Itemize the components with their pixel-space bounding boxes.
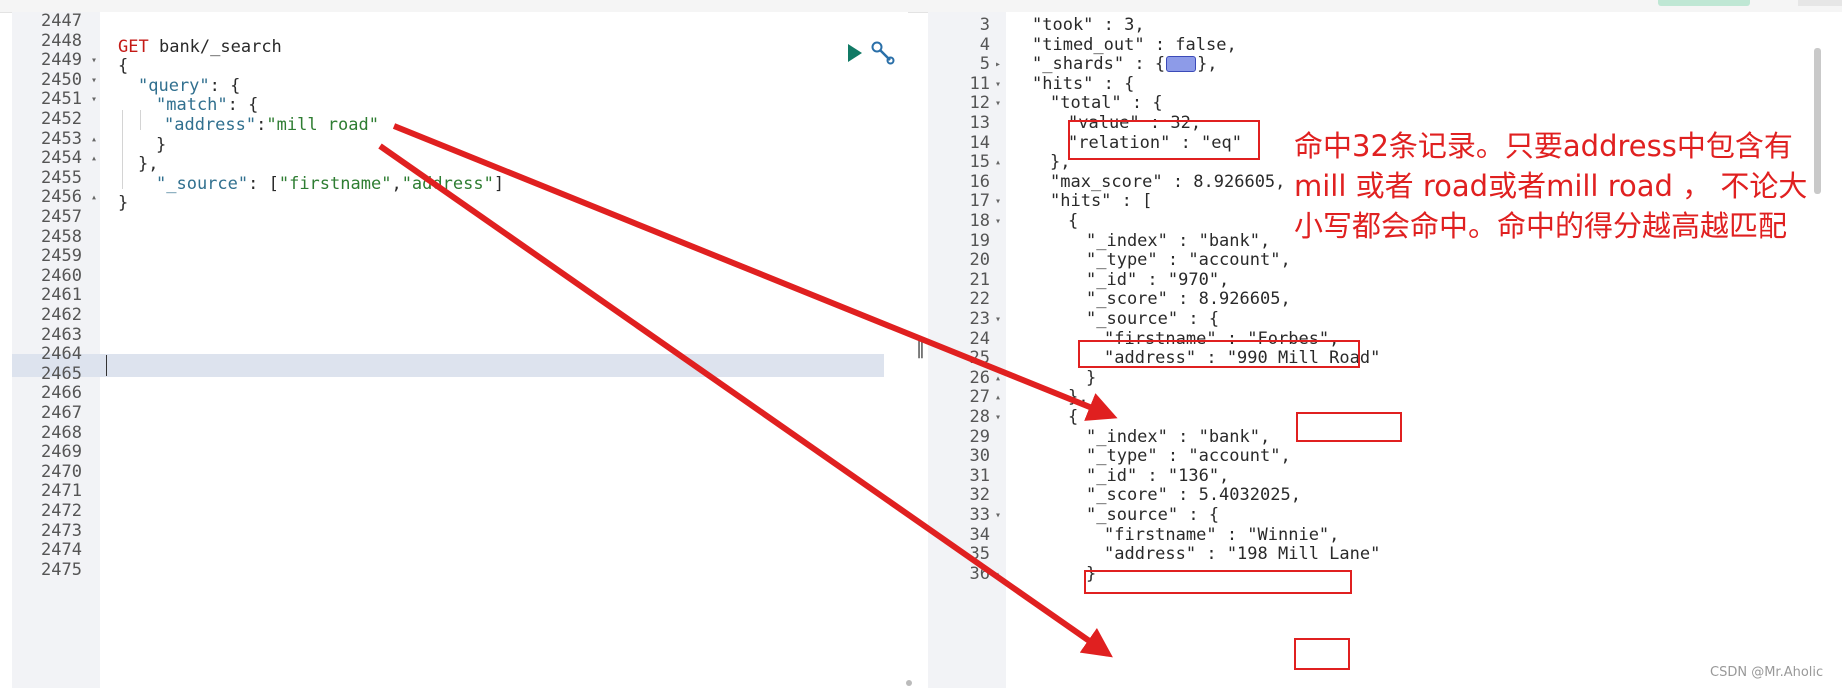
response-line-text: "_index" : "bank", — [1086, 230, 1271, 251]
response-line-text: "_index" : "bank", — [1086, 426, 1271, 447]
request-path: bank/_search — [158, 37, 282, 57]
response-line: "address" : "198 Mill Lane" — [1104, 543, 1380, 566]
wrench-icon[interactable] — [870, 40, 896, 66]
fold-toggle-icon[interactable]: ▾ — [992, 504, 1004, 527]
brace: }, — [138, 154, 159, 174]
scroll-indicator — [906, 680, 912, 686]
response-line-text: { — [1068, 211, 1079, 231]
response-line-text: "_type" : "account", — [1086, 250, 1291, 271]
fold-toggle-icon[interactable]: ▾ — [992, 308, 1004, 331]
response-line-text: }, — [1197, 54, 1218, 75]
json-key: "match" — [156, 95, 228, 115]
response-line: { — [1068, 406, 1078, 429]
response-line-text: "_source" : { — [1086, 505, 1220, 525]
json-key: "_source" — [156, 174, 249, 194]
request-line[interactable]: } — [118, 192, 128, 215]
fold-toggle-icon[interactable]: ▴ — [88, 147, 100, 170]
json-string: "address" — [401, 174, 494, 194]
response-line-text: "_source" : { — [1086, 309, 1220, 329]
response-line-text: }, — [1068, 387, 1089, 408]
line-number: 36 — [969, 563, 990, 584]
annotation-note: 命中32条记录。只要address中包含有mill 或者 road或者mill … — [1294, 129, 1808, 243]
response-line-text: "_id" : "136", — [1086, 465, 1230, 486]
request-line[interactable]: { — [118, 55, 128, 78]
fold-toggle-icon[interactable]: ▾ — [992, 210, 1004, 233]
indent-guide — [140, 110, 141, 130]
line-number: 2475 — [41, 559, 82, 580]
highlight-mill — [1294, 638, 1350, 670]
brace: } — [118, 193, 129, 213]
response-line-text: "_score" : 8.926605, — [1086, 289, 1291, 310]
response-line-text: "took" : 3, — [1032, 15, 1145, 35]
response-line-text: } — [1086, 367, 1097, 388]
play-icon[interactable] — [846, 42, 864, 64]
response-line-text: "max_score" : 8.926605, — [1050, 171, 1286, 192]
response-line-text: "hits" : { — [1032, 73, 1135, 94]
response-line-text: "_id" : "970", — [1086, 269, 1230, 290]
request-line[interactable]: GET bank/_search — [118, 36, 282, 59]
highlight-total-value — [1068, 120, 1260, 160]
json-string: "firstname" — [278, 174, 392, 194]
json-string: "mill road" — [266, 115, 379, 135]
punct: , — [391, 174, 402, 194]
brace: { — [118, 56, 129, 76]
response-line: "hits" : [ — [1050, 190, 1152, 213]
fold-toggle-icon[interactable]: ▾ — [992, 406, 1004, 429]
top-secondary-button[interactable] — [1798, 0, 1842, 6]
watermark: CSDN @Mr.Aholic — [1710, 665, 1824, 680]
punct: ] — [493, 174, 505, 194]
fold-toggle-icon[interactable]: ▴ — [992, 563, 1004, 586]
text-cursor — [106, 355, 107, 376]
highlight-mill-road — [1296, 412, 1402, 442]
pane-resize-handle[interactable]: ‖ — [916, 338, 925, 359]
response-line-text: "_score" : 5.4032025, — [1086, 485, 1301, 506]
response-viewer: 3 "took" : 3, 4 "timed_out" : false, 5 ▸ "_sha… — [928, 12, 1842, 688]
response-line-text: "address" : "198 Mill Lane" — [1104, 544, 1381, 565]
request-line[interactable]: "address":"mill road" — [164, 114, 379, 137]
active-line-highlight — [12, 354, 884, 377]
punct: : — [256, 115, 267, 135]
top-action-button[interactable] — [1658, 0, 1750, 6]
fold-toggle-icon[interactable]: ▾ — [88, 88, 100, 111]
highlight-score-2 — [1084, 570, 1352, 594]
response-line: { — [1068, 210, 1078, 233]
response-line-text: "timed_out" : false, — [1032, 34, 1237, 55]
json-key: "query" — [138, 76, 210, 96]
response-line-text: { — [1068, 407, 1079, 427]
brace: } — [156, 135, 167, 155]
fold-toggle-icon[interactable]: ▴ — [88, 186, 100, 209]
punct: : { — [209, 76, 241, 96]
response-line-text: "firstname" : "Winnie", — [1104, 524, 1340, 545]
fold-toggle-icon[interactable]: ▴ — [992, 151, 1004, 174]
http-method: GET — [118, 37, 149, 57]
response-line-text: "total" : { — [1050, 93, 1163, 114]
request-editor[interactable]: GET bank/_search { "query": { "match": {… — [12, 11, 912, 688]
response-line-text: "hits" : [ — [1050, 191, 1153, 212]
response-line-text: "_shards" : { — [1032, 54, 1166, 75]
indent-guide — [122, 110, 123, 169]
json-key: "address" — [164, 115, 257, 135]
highlight-score-1 — [1078, 340, 1360, 368]
punct: : { — [227, 95, 259, 115]
indent-guide — [122, 169, 123, 189]
fold-toggle-icon[interactable]: ▾ — [992, 92, 1004, 115]
collapsed-object-icon[interactable] — [1166, 56, 1197, 73]
response-line-text: "_type" : "account", — [1086, 446, 1291, 467]
request-line[interactable]: "_source": ["firstname","address"] — [156, 173, 504, 196]
punct: : [ — [248, 174, 279, 194]
